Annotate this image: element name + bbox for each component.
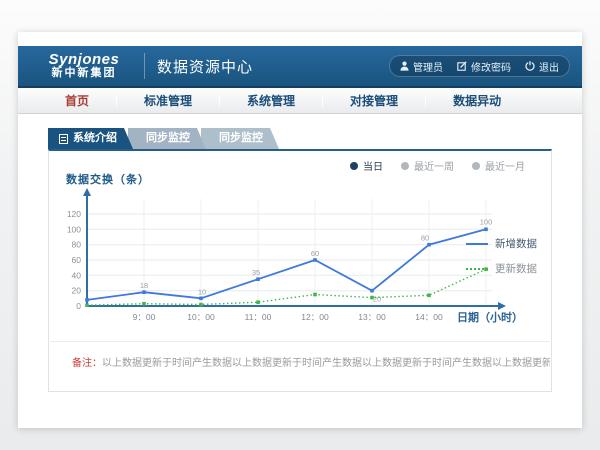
svg-text:20: 20 — [373, 295, 381, 304]
legend-new-data-label: 新增数据 — [495, 236, 537, 251]
footnote-text: 以上数据更新于时间产生数据以上数据更新于时间产生数据以上数据更新于时间产生数据以… — [102, 358, 550, 369]
logo-subtext: 新中新集团 — [30, 68, 138, 80]
svg-text:9：00: 9：00 — [133, 312, 156, 322]
legend-update-data[interactable]: 更新数据 — [466, 261, 537, 276]
logo-text: Synjones — [30, 52, 138, 68]
change-password-label: 修改密码 — [471, 59, 511, 74]
time-range-filters: 当日 最近一周 最近一月 — [350, 158, 525, 173]
nav-item-standard-mgmt[interactable]: 标准管理 — [117, 92, 219, 109]
legend-update-data-label: 更新数据 — [495, 261, 537, 276]
filter-last-week[interactable]: 最近一周 — [401, 158, 454, 173]
filter-last-month[interactable]: 最近一月 — [472, 158, 525, 173]
legend-new-data[interactable]: 新增数据 — [466, 236, 537, 251]
svg-text:日期（小时）: 日期（小时） — [457, 310, 523, 324]
tab-bar: 系统介绍 同步监控 同步监控 — [48, 128, 552, 149]
nav-item-home[interactable]: 首页 — [38, 92, 116, 109]
user-menu-admin[interactable]: 管理员 — [400, 59, 443, 74]
tab-system-intro[interactable]: 系统介绍 — [48, 128, 133, 149]
svg-text:60: 60 — [311, 249, 319, 258]
svg-text:14：00: 14：00 — [415, 312, 443, 322]
user-menu: 管理员 修改密码 退出 — [389, 55, 570, 77]
chart-panel: 当日 最近一周 最近一月 数据交换（条） 0 20 40 60 80 100 120 9：00… — [48, 149, 552, 392]
svg-text:80: 80 — [72, 240, 82, 250]
content-area: 系统介绍 同步监控 同步监控 当日 最近一周 — [18, 114, 582, 392]
dotted-line-icon — [466, 268, 488, 270]
app-window: Synjones 新中新集团 数据资源中心 管理员 修改密码 — [18, 32, 582, 428]
svg-text:12：00: 12：00 — [301, 312, 329, 322]
radio-icon — [401, 162, 409, 170]
tab-sync-monitor-1[interactable]: 同步监控 — [128, 128, 206, 149]
header-divider — [144, 53, 145, 79]
logout-button[interactable]: 退出 — [525, 59, 559, 74]
solid-line-icon — [466, 243, 488, 245]
footnote-prefix: 备注： — [72, 358, 102, 369]
radio-icon — [472, 162, 480, 170]
tab-system-intro-label: 系统介绍 — [73, 128, 117, 149]
svg-text:60: 60 — [72, 255, 82, 265]
document-icon — [59, 134, 68, 144]
user-menu-admin-label: 管理员 — [413, 59, 443, 74]
svg-text:10: 10 — [198, 287, 206, 296]
svg-text:40: 40 — [72, 270, 82, 280]
svg-text:0: 0 — [76, 301, 81, 311]
svg-text:120: 120 — [67, 209, 81, 219]
power-icon — [525, 61, 535, 71]
main-nav: 首页 标准管理 系统管理 对接管理 数据异动 — [18, 88, 582, 114]
change-password-button[interactable]: 修改密码 — [457, 59, 511, 74]
nav-item-data-change[interactable]: 数据异动 — [426, 92, 528, 109]
filter-today-label: 当日 — [363, 158, 383, 173]
svg-text:80: 80 — [421, 234, 429, 243]
radio-selected-icon — [350, 162, 358, 170]
tab-sync-monitor-2[interactable]: 同步监控 — [201, 128, 279, 149]
page-title: 数据资源中心 — [157, 56, 253, 77]
svg-text:18: 18 — [140, 281, 148, 290]
nav-item-system-mgmt[interactable]: 系统管理 — [220, 92, 322, 109]
svg-text:35: 35 — [252, 268, 260, 277]
app-header: Synjones 新中新集团 数据资源中心 管理员 修改密码 — [18, 46, 582, 88]
tab-sync-monitor-2-label: 同步监控 — [219, 128, 263, 149]
filter-today[interactable]: 当日 — [350, 158, 383, 173]
logo: Synjones 新中新集团 — [30, 52, 138, 79]
y-axis-title: 数据交换（条） — [66, 171, 150, 187]
filter-last-month-label: 最近一月 — [485, 158, 525, 173]
nav-item-interface-mgmt[interactable]: 对接管理 — [323, 92, 425, 109]
footnote: 备注：以上数据更新于时间产生数据以上数据更新于时间产生数据以上数据更新于时间产生… — [50, 341, 550, 371]
chart-legend: 新增数据 更新数据 — [466, 236, 537, 276]
filter-last-week-label: 最近一周 — [414, 158, 454, 173]
user-icon — [400, 61, 409, 71]
logout-label: 退出 — [539, 59, 559, 74]
edit-icon — [457, 61, 467, 71]
svg-text:10：00: 10：00 — [187, 312, 215, 322]
svg-text:100: 100 — [480, 217, 493, 226]
svg-text:11：00: 11：00 — [245, 312, 272, 322]
svg-text:20: 20 — [72, 286, 82, 296]
svg-text:13：00: 13：00 — [358, 312, 386, 322]
svg-text:100: 100 — [67, 224, 81, 234]
tab-sync-monitor-1-label: 同步监控 — [146, 128, 190, 149]
